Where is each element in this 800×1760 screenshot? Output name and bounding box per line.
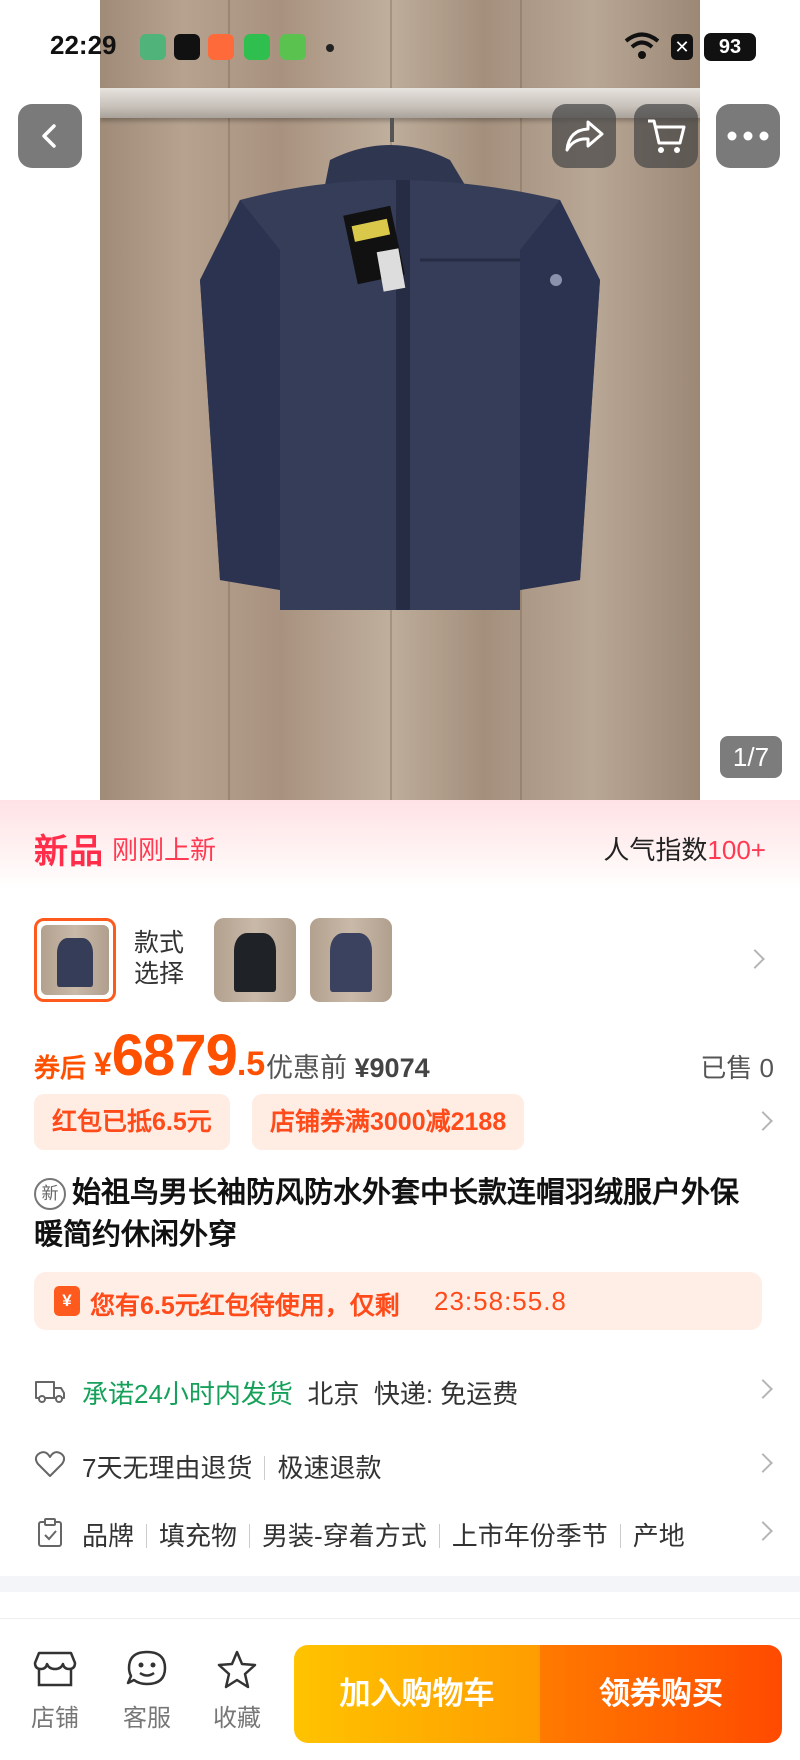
returns-row[interactable]: 7天无理由退货 极速退款 [34,1442,774,1486]
divider [619,1524,621,1548]
store-icon [33,1651,77,1687]
style-select-label: 款式 选择 [134,928,184,990]
style-thumb-selected[interactable] [34,918,116,1002]
new-arrival-title: 新品 [34,833,104,871]
wifi-icon [624,32,660,59]
status-bar: 22:29 ✕ 93 [0,0,800,96]
chevron-right-icon [753,1111,773,1131]
product-title: 新始祖鸟男长袖防风防水外套中长款连帽羽绒服户外保暖简约休闲外穿 [34,1172,764,1256]
after-coupon-label: 券后 [34,1053,87,1083]
sold-count: 已售 0 [700,1053,774,1083]
style-label-line2: 选择 [134,960,185,988]
heart-shield-icon [34,1451,66,1477]
share-icon [565,120,604,152]
coupon-row[interactable]: 红包已抵6.5元 店铺券满3000减2188 [34,1094,774,1150]
price-integer: 6879 [111,1023,238,1088]
style-selector[interactable]: 款式 选择 [0,918,800,1004]
red-packet-coupon[interactable]: 红包已抵6.5元 [34,1094,230,1150]
truck-icon [35,1381,65,1403]
shipping-info: 承诺24小时内发货 北京 快递: 免运费 [82,1374,518,1411]
add-to-cart-button[interactable]: 加入购物车 [294,1645,540,1743]
back-button[interactable] [18,104,82,168]
store-label: 店铺 [31,1705,79,1732]
original-price-value: ¥9074 [354,1053,430,1083]
shipping-origin: 北京 [307,1379,360,1409]
app-notification-icon [280,34,306,60]
tiktok-icon [174,34,200,60]
red-packet-text: 您有6.5元红包待使用，仅剩 [90,1292,400,1320]
new-arrival-subtitle: 刚刚上新 [112,835,217,865]
product-title-text: 始祖鸟男长袖防风防水外套中长款连帽羽绒服户外保暖简约休闲外穿 [34,1177,740,1251]
chevron-right-icon [745,949,765,969]
params-list: 品牌 填充物 男装-穿着方式 上市年份季节 产地 [82,1516,685,1553]
style-thumb[interactable] [310,918,392,1002]
price-row: 券后 ¥6879.5 优惠前 ¥9074 已售 0 [34,1022,774,1092]
buy-with-coupon-button[interactable]: 领券购买 [540,1645,782,1743]
favorite-label: 收藏 [213,1705,261,1732]
params-row[interactable]: 品牌 填充物 男装-穿着方式 上市年份季节 产地 [34,1510,774,1554]
param-item: 上市年份季节 [451,1521,608,1551]
style-label-line1: 款式 [134,929,185,957]
more-icon [727,131,769,141]
divider [146,1524,148,1548]
new-arrival-banner: 新品 刚刚上新 人气指数100+ [0,800,800,890]
red-packet-icon: ¥ [54,1286,80,1316]
customer-service-button[interactable]: 客服 [112,1649,182,1733]
cart-button[interactable] [634,104,698,168]
favorite-button[interactable]: 收藏 [202,1649,272,1733]
service-label: 客服 [123,1705,171,1732]
param-item: 男装-穿着方式 [262,1521,427,1551]
chevron-right-icon [753,1379,773,1399]
gallery-page-counter: 1/7 [720,736,782,778]
jacket-image [200,145,600,610]
hanger-hook [390,118,394,142]
divider [249,1524,251,1548]
chevron-right-icon [753,1521,773,1541]
chat-bubble-icon [126,1650,167,1686]
param-item: 填充物 [159,1521,238,1551]
popularity-index: 人气指数100+ [603,830,766,867]
bottom-action-bar: 店铺 客服 收藏 加入购物车 领券购买 [0,1618,800,1760]
style-thumb[interactable] [214,918,296,1002]
divider [264,1456,266,1480]
original-price: 优惠前 ¥9074 [266,1046,430,1085]
param-item: 品牌 [82,1521,135,1551]
chevron-right-icon [753,1453,773,1473]
price-decimal: .5 [236,1045,266,1083]
close-notification-icon: ✕ [671,34,693,60]
more-notifications-dot [326,44,334,52]
shipping-promise: 承诺24小时内发货 [82,1379,293,1409]
divider [438,1524,440,1548]
share-button[interactable] [552,104,616,168]
section-divider [0,1576,800,1592]
status-time: 22:29 [50,30,117,60]
currency-symbol: ¥ [94,1046,112,1082]
app-notification-icon [208,34,234,60]
return-policy: 7天无理由退货 [82,1453,253,1483]
chevron-left-icon [42,124,56,148]
fast-refund: 极速退款 [277,1453,382,1483]
countdown-timer: 23:58:55.8 [434,1286,567,1316]
shipping-express: 快递: 免运费 [373,1379,519,1409]
wechat-icon [244,34,270,60]
store-button[interactable]: 店铺 [20,1649,90,1733]
battery-icon: 93 [704,33,756,61]
red-packet-reminder[interactable]: ¥ 您有6.5元红包待使用，仅剩 23:58:55.8 [34,1272,762,1330]
clipboard-icon [38,1518,62,1547]
new-badge: 新 [34,1178,66,1210]
popularity-value: 100+ [707,835,766,865]
more-button[interactable] [716,104,780,168]
param-item: 产地 [632,1521,685,1551]
returns-info: 7天无理由退货 极速退款 [82,1448,381,1485]
app-notification-icon [140,34,166,60]
cart-icon [648,119,686,153]
popularity-label: 人气指数 [603,835,708,865]
shipping-row[interactable]: 承诺24小时内发货 北京 快递: 免运费 [34,1368,774,1412]
coupon-price: ¥6879.5 [94,1022,265,1089]
store-coupon[interactable]: 店铺券满3000减2188 [252,1094,525,1150]
original-price-label: 优惠前 [266,1053,347,1083]
star-icon [217,1650,257,1689]
